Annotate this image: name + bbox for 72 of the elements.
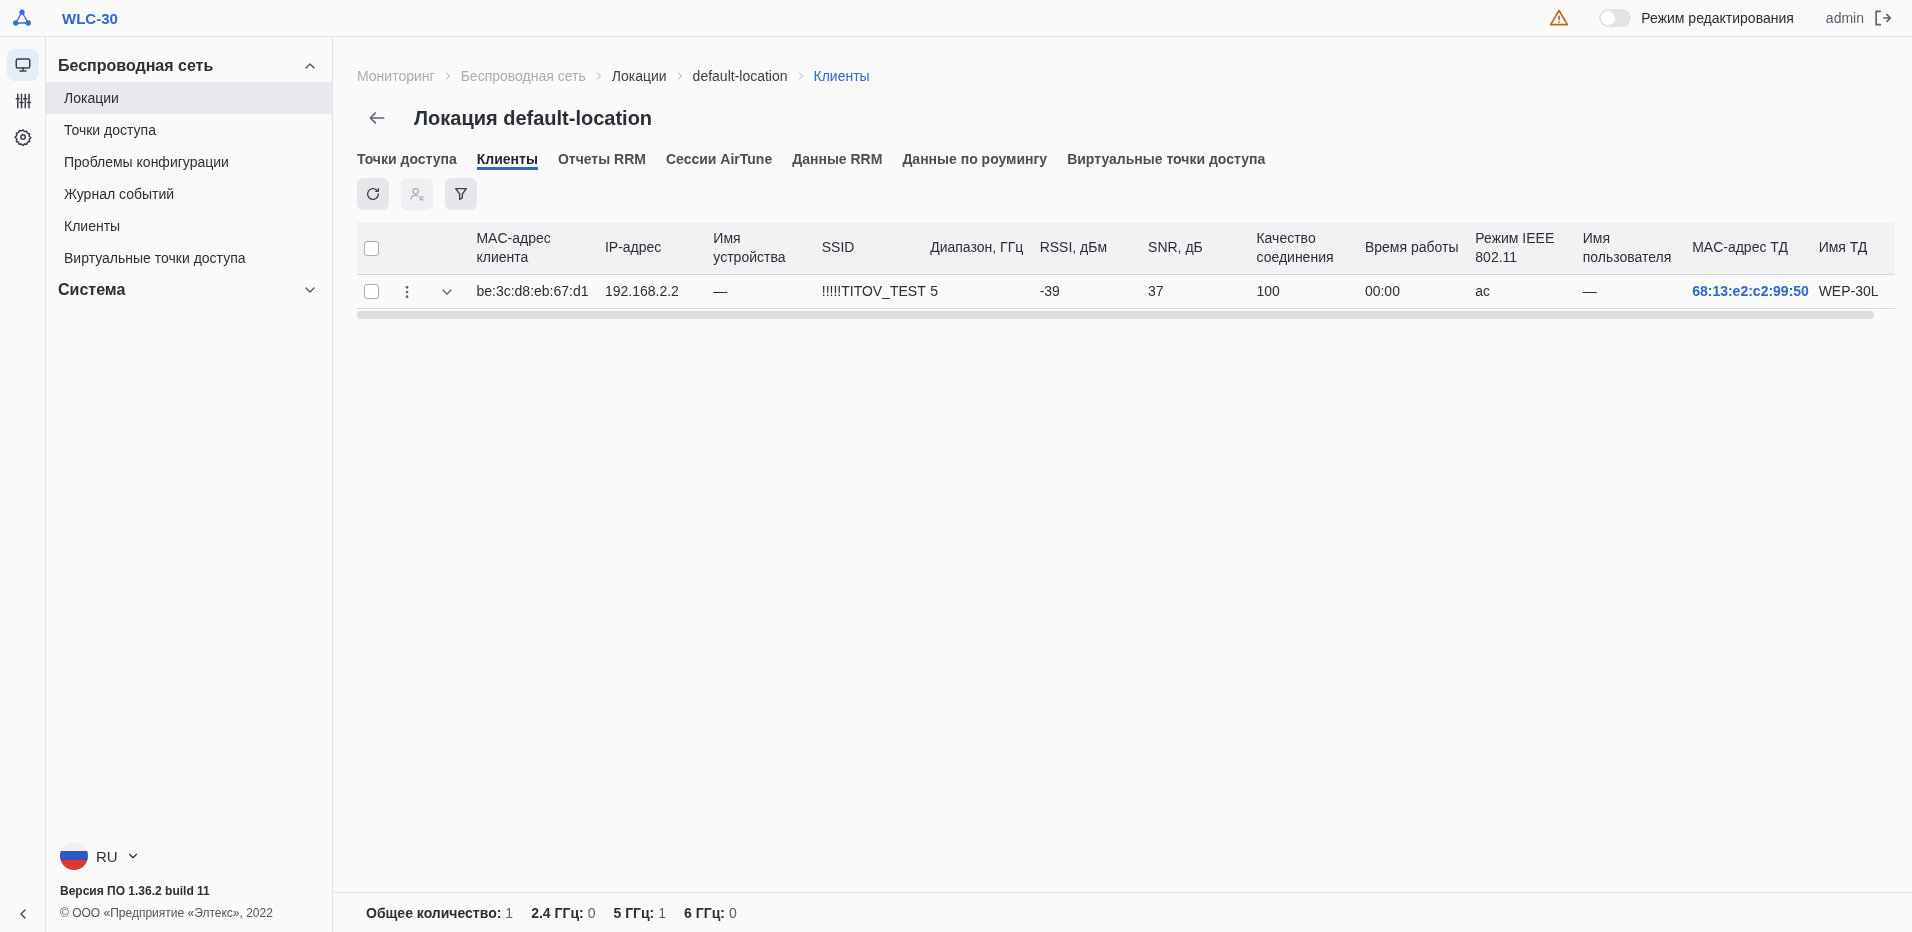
table-cell: — [707, 274, 816, 308]
checkbox[interactable] [364, 284, 379, 300]
column-header: MAC-адрес ТД [1686, 222, 1813, 274]
table-link[interactable]: 68:13:e2:c2:99:50 [1692, 283, 1809, 299]
sidebar-item[interactable]: Проблемы конфигурации [46, 146, 332, 178]
table-cell: 00:00 [1358, 274, 1470, 308]
tab[interactable]: Данные RRM [792, 148, 883, 170]
column-header: Время работы [1358, 222, 1470, 274]
table-cell: 37 [1142, 274, 1251, 308]
stat-value: 0 [728, 904, 737, 921]
tab[interactable]: Клиенты [476, 148, 538, 170]
section-title[interactable]: Система [58, 281, 126, 299]
stat-label: 2.4 ГГц: [531, 904, 584, 921]
language-selector[interactable]: RU [96, 847, 118, 865]
table-cell: ac [1469, 274, 1577, 308]
flag-icon [60, 842, 88, 870]
tab[interactable]: Виртуальные точки доступа [1067, 148, 1266, 170]
column-header: Имя ТД [1812, 222, 1895, 274]
stat-value: 1 [658, 904, 667, 921]
table-cell: -39 [1033, 274, 1143, 308]
user-name[interactable]: admin [1825, 10, 1864, 26]
tab[interactable]: Точки доступа [357, 148, 457, 170]
sidebar-item[interactable]: Журнал событий [46, 178, 332, 210]
logout-icon[interactable] [1872, 8, 1892, 28]
tab[interactable]: Данные по роумингу [902, 148, 1048, 170]
table-cell: 100 [1250, 274, 1359, 308]
stat-label: 6 ГГц: [684, 904, 725, 921]
user-remove-icon [409, 186, 425, 202]
filter-icon [453, 186, 469, 202]
table-cell: be:3c:d8:eb:67:d1 [470, 274, 599, 308]
table-cell: !!!!!TITOV_TEST [815, 274, 925, 308]
sidebar-item[interactable]: Клиенты [46, 210, 332, 242]
stat-value: 1 [505, 904, 514, 921]
stat-label: Общее количество: [366, 904, 502, 921]
tab[interactable]: Отчеты RRM [557, 148, 646, 170]
table-cell: WEP-30L [1812, 274, 1895, 308]
page-title: Локация default-location [414, 106, 653, 130]
sidebar-item[interactable]: Виртуальные точки доступа [46, 242, 332, 274]
column-header: Диапазон, ГГц [924, 222, 1034, 274]
app-title[interactable]: WLC-30 [62, 9, 118, 27]
column-header: MAC-адрес клиента [470, 222, 599, 274]
checkbox[interactable] [364, 241, 379, 257]
version-text: Версия ПО 1.36.2 build 11 [59, 884, 211, 898]
sidebar-item[interactable]: Точки доступа [46, 114, 332, 146]
warning-icon[interactable] [1549, 8, 1570, 28]
column-header: SNR, дБ [1142, 222, 1251, 274]
table-cell: — [1576, 274, 1687, 308]
monitor-icon[interactable] [6, 49, 39, 81]
filter-button[interactable] [445, 178, 477, 210]
tab[interactable]: Сессии AirTune [665, 148, 773, 170]
refresh-button[interactable] [357, 178, 389, 210]
column-header: Режим IEEE 802.11 [1469, 222, 1577, 274]
table-cell: 192.168.2.2 [598, 274, 708, 308]
section-title[interactable]: Беспроводная сеть [58, 57, 214, 75]
column-header: SSID [815, 222, 925, 274]
scrollbar[interactable] [357, 310, 1874, 319]
column-header: RSSI, дБм [1033, 222, 1143, 274]
stat-label: 5 ГГц: [613, 904, 655, 921]
breadcrumb-item: Клиенты [813, 68, 870, 84]
breadcrumb-item[interactable]: default-location [692, 68, 788, 84]
sidebar-item[interactable]: Локации [46, 82, 332, 114]
column-header: Качество соединения [1250, 222, 1359, 274]
toggle-label: Режим редактирования [1641, 10, 1794, 26]
logo-icon [12, 8, 32, 28]
column-header: IP-адрес [598, 222, 708, 274]
refresh-icon [365, 186, 381, 202]
breadcrumb-item[interactable]: Локации [611, 68, 667, 84]
column-header: Имя устройства [707, 222, 816, 274]
toggle-switch[interactable] [1599, 9, 1632, 27]
stat-value: 0 [587, 904, 596, 921]
column-header: Имя пользователя [1576, 222, 1687, 274]
copyright-text: © ООО «Предприятие «Элтекс», 2022 [59, 906, 274, 920]
